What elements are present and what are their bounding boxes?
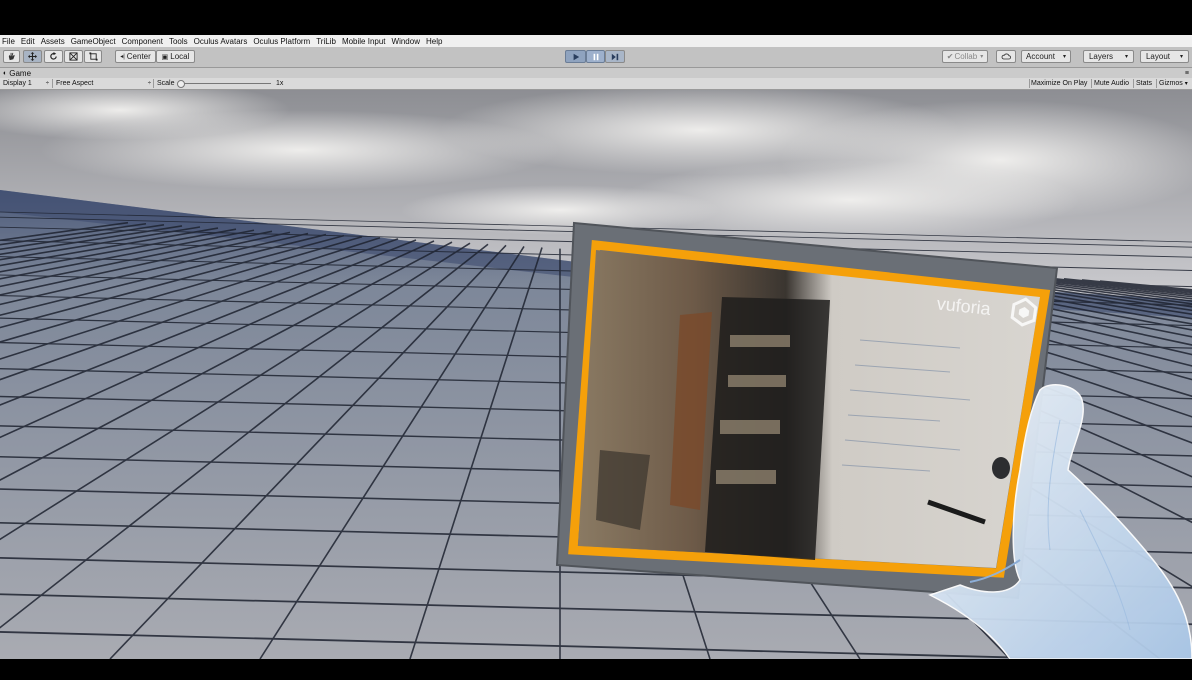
scale-slider-track [181, 83, 271, 84]
display-dropdown[interactable]: Display 1 ÷ [3, 78, 49, 89]
game-tab-strip: ◐ Game ≡ [0, 68, 1192, 78]
play-icon [573, 53, 579, 60]
top-letterbox [0, 0, 1192, 35]
chevron-down-icon: ▾ [1125, 54, 1129, 60]
chevron-down-icon: ▾ [980, 54, 984, 60]
game-controller-icon: ◐ [3, 69, 8, 77]
space-label: Local [170, 52, 190, 61]
move-tool-button[interactable] [23, 50, 42, 63]
updown-icon: ÷ [147, 80, 151, 87]
hand-tool-button[interactable] [3, 50, 20, 63]
rect-tool-button[interactable] [84, 50, 102, 63]
scale-tool-button[interactable] [64, 50, 83, 63]
tab-game-label: Game [9, 68, 32, 78]
scale-slider-thumb[interactable] [177, 80, 185, 88]
divider [153, 79, 154, 88]
scale-label: Scale [157, 80, 175, 87]
rotate-tool-button[interactable] [44, 50, 63, 63]
layers-label: Layers [1088, 52, 1113, 61]
layers-dropdown[interactable]: Layers ▾ [1083, 50, 1134, 63]
menu-file[interactable]: File [2, 37, 15, 46]
menu-gameobject[interactable]: GameObject [71, 37, 116, 46]
pause-icon [593, 53, 598, 60]
step-icon [611, 53, 619, 60]
menu-help[interactable]: Help [426, 37, 442, 46]
pause-button[interactable] [586, 50, 605, 63]
chevron-down-icon: ▾ [1180, 54, 1184, 60]
account-dropdown[interactable]: Account ▾ [1021, 50, 1071, 63]
pivot-label: Center [126, 52, 151, 61]
menu-window[interactable]: Window [392, 37, 420, 46]
collab-label: Collab [954, 52, 978, 61]
menu-bar: File Edit Assets GameObject Component To… [0, 35, 1192, 47]
game-viewport[interactable]: vuforia [0, 90, 1192, 659]
tab-game[interactable]: ◐ Game [3, 69, 31, 78]
divider [1133, 79, 1134, 88]
aspect-label: Free Aspect [56, 80, 94, 87]
maximize-on-play-toggle[interactable]: Maximize On Play [1031, 78, 1087, 89]
tab-menu-icon[interactable]: ≡ [1185, 70, 1189, 77]
menu-oculus-platform[interactable]: Oculus Platform [253, 37, 310, 46]
camera-feed-panel: vuforia [555, 221, 1059, 600]
move-icon [28, 52, 37, 61]
hand-icon [8, 52, 15, 61]
divider [1091, 79, 1092, 88]
play-button[interactable] [565, 50, 586, 63]
chevron-down-icon: ▾ [1184, 81, 1188, 87]
chevron-down-icon: ▾ [1062, 54, 1066, 60]
local-icon: ▣ [161, 53, 169, 61]
panel-grab-handle [992, 457, 1010, 479]
scene-render: vuforia [0, 90, 1192, 659]
stats-toggle[interactable]: Stats [1136, 78, 1152, 89]
menu-edit[interactable]: Edit [21, 37, 35, 46]
game-view-toolbar: Display 1 ÷ Free Aspect ÷ Scale 1x Maxim… [0, 78, 1192, 90]
cloud-button[interactable] [996, 50, 1016, 63]
scale-value: 1x [276, 80, 284, 87]
rect-icon [88, 52, 98, 61]
menu-tools[interactable]: Tools [169, 37, 188, 46]
cloud-icon [1001, 53, 1011, 60]
menu-component[interactable]: Component [122, 37, 163, 46]
pivot-icon: ◂| [120, 54, 125, 60]
scale-slider[interactable] [177, 78, 273, 89]
step-button[interactable] [605, 50, 625, 63]
gizmos-dropdown[interactable]: Gizmos ▾ [1159, 78, 1188, 89]
account-label: Account [1026, 52, 1055, 61]
menu-oculus-avatars[interactable]: Oculus Avatars [194, 37, 248, 46]
menu-mobile-input[interactable]: Mobile Input [342, 37, 386, 46]
rotate-icon [50, 52, 57, 60]
divider [52, 79, 53, 88]
check-icon: ✔ [946, 52, 954, 61]
updown-icon: ÷ [45, 80, 49, 87]
aspect-dropdown[interactable]: Free Aspect ÷ [56, 78, 151, 89]
divider [1156, 79, 1157, 88]
collab-dropdown[interactable]: ✔ Collab ▾ [942, 50, 988, 63]
divider [1029, 79, 1030, 88]
gizmos-label: Gizmos [1159, 80, 1183, 87]
mute-audio-toggle[interactable]: Mute Audio [1094, 78, 1129, 89]
menu-assets[interactable]: Assets [41, 37, 65, 46]
display-label: Display 1 [3, 80, 32, 87]
scale-icon [69, 52, 78, 61]
layout-dropdown[interactable]: Layout ▾ [1140, 50, 1189, 63]
main-toolbar: ◂| Center ▣ Local ✔ Collab ▾ Account ▾ L… [0, 47, 1192, 68]
layout-label: Layout [1145, 52, 1170, 61]
menu-trilib[interactable]: TriLib [316, 37, 336, 46]
space-local-button[interactable]: ▣ Local [156, 50, 195, 63]
bottom-letterbox [0, 659, 1192, 680]
pivot-center-button[interactable]: ◂| Center [115, 50, 156, 63]
